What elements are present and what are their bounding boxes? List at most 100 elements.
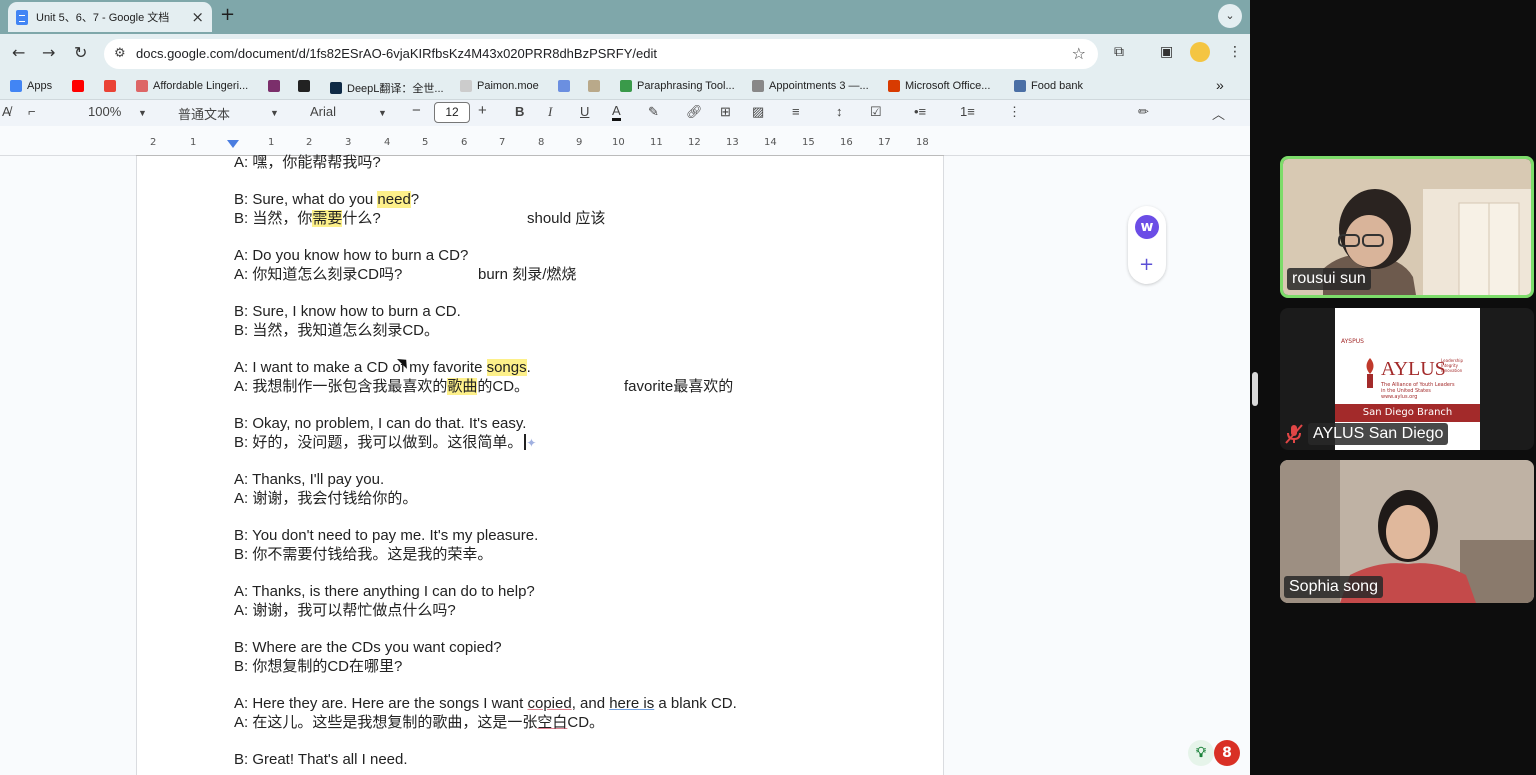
aylus-small-label: AYSPUS (1341, 338, 1364, 345)
aylus-branch-banner: San Diego Branch (1335, 404, 1480, 422)
bookmark-youtube[interactable] (72, 80, 89, 92)
doc-line: B: 当然，我知道怎么刻录CD。 (234, 322, 440, 339)
reload-icon[interactable]: ↻ (74, 43, 87, 62)
address-bar[interactable]: ⚙ docs.google.com/document/d/1fs82ESrAO-… (104, 39, 1098, 69)
insert-link-icon[interactable]: 🔗︎ (686, 104, 703, 120)
ruler-label: 6 (461, 137, 468, 148)
spellcheck-icon[interactable]: A̸ (2, 104, 11, 119)
indent-marker[interactable] (227, 140, 239, 148)
chrome-menu-icon[interactable]: ⋮ (1228, 44, 1242, 60)
editing-mode-icon[interactable]: ✏ (1138, 104, 1149, 120)
document-canvas: A: 嘿，你能帮帮我吗? B: Sure, what do you need? … (0, 154, 1250, 775)
paint-format-icon[interactable]: ⌐ (28, 104, 36, 119)
doc-line: B: Great! That's all I need. (234, 751, 408, 768)
bulleted-list-icon[interactable]: •≡ (914, 104, 926, 119)
close-tab-button[interactable]: × (191, 8, 204, 26)
spelling-underlined-word[interactable]: copied (527, 695, 571, 712)
participant-name: Sophia song (1284, 576, 1383, 598)
aylus-subtitle: The Alliance of Youth Leaders in the Unit… (1381, 382, 1455, 400)
bookmark-deepl[interactable]: DeepL翻译：全世... (330, 80, 444, 96)
add-comment-icon[interactable]: ⊞ (720, 104, 731, 120)
bookmark-affordable[interactable]: Affordable Lingeri... (136, 80, 248, 92)
ruler-label: 3 (345, 137, 352, 148)
dialogue-block: B: Okay, no problem, I can do that. It's… (234, 414, 934, 470)
grammar-underlined-word[interactable]: here is (609, 695, 654, 712)
browser-toolbar: ← → ↻ ⚙ docs.google.com/document/d/1fs82… (0, 34, 1250, 74)
bookmark-apps[interactable]: Apps (10, 80, 52, 92)
vocab-note: should 应该 (527, 210, 606, 227)
docs-toolbar: A̸ ⌐ 100% ▼ 普通文本 ▼ Arial ▼ − 12 + B I U … (0, 100, 1250, 126)
video-tile-rousui[interactable]: rousui sun (1280, 156, 1534, 298)
wordtune-icon[interactable]: w (1135, 215, 1159, 239)
font-chevron-icon: ▼ (378, 108, 387, 118)
amazon-icon (298, 80, 310, 92)
style-select[interactable]: 普通文本 (178, 104, 230, 123)
forward-icon[interactable]: → (42, 43, 55, 62)
font-size-input[interactable]: 12 (434, 102, 470, 123)
more-bookmarks-icon[interactable]: » (1216, 77, 1224, 93)
google-docs-icon (16, 9, 28, 25)
ruler-label: 13 (726, 137, 739, 148)
zoom-select[interactable]: 100% (88, 104, 121, 119)
add-icon[interactable]: + (1139, 254, 1154, 275)
video-tile-sophia[interactable]: Sophia song (1280, 460, 1534, 603)
side-panel-icon[interactable]: ▣ (1160, 44, 1173, 60)
bookmark-favicon-icon (136, 80, 148, 92)
site-info-icon[interactable]: ⚙ (114, 46, 126, 61)
dialogue-block: A: I want to make a CD of my favorite so… (234, 358, 934, 414)
text-color-button[interactable]: A (612, 104, 621, 121)
extensions-icon[interactable]: ⧉ (1114, 44, 1124, 60)
ruler-label: 15 (802, 137, 815, 148)
notification-badge[interactable]: 8 (1214, 740, 1240, 766)
doc-line: A: 谢谢，我可以帮忙做点什么吗? (234, 602, 456, 619)
explore-bulb-icon[interactable]: 💡︎ (1188, 740, 1214, 766)
bookmark-amazon[interactable] (298, 80, 315, 92)
align-icon[interactable]: ≡ (792, 104, 800, 119)
bold-button[interactable]: B (515, 104, 524, 119)
italic-button[interactable]: I (548, 104, 552, 120)
doc-line: A: 嘿，你能帮帮我吗? (234, 154, 381, 171)
new-tab-button[interactable]: + (220, 4, 235, 25)
bookmark-gmail[interactable] (104, 80, 121, 92)
video-tile-aylus[interactable]: AYSPUS AYLUS Leadership Integrity Innovati… (1280, 308, 1534, 450)
bookmark-paimon[interactable]: Paimon.moe (460, 80, 539, 92)
doc-line: A: I want to make a CD of my favorite so… (234, 359, 531, 376)
numbered-list-icon[interactable]: 1≡ (960, 104, 975, 119)
doc-line: B: 你不需要付钱给我。这是我的荣幸。 (234, 546, 493, 563)
bookmark-cr[interactable] (268, 80, 285, 92)
apps-grid-icon (10, 80, 22, 92)
profile-avatar[interactable] (1190, 42, 1210, 62)
decrease-font-size-button[interactable]: − (412, 102, 421, 119)
highlight-pen-icon[interactable]: ✎ (648, 104, 659, 120)
gemini-spark-icon[interactable]: ✦ (526, 436, 536, 450)
bookmark-extra-2[interactable] (588, 80, 605, 92)
increase-font-size-button[interactable]: + (478, 102, 487, 119)
scrollbar-thumb[interactable] (1252, 372, 1258, 406)
doc-line: A: 在这儿。这些是我想复制的歌曲，这是一张空白CD。 (234, 714, 605, 731)
dialogue-block: B: Sure, what do you need? B: 当然，你需要什么? s… (234, 190, 934, 246)
bookmark-appointments[interactable]: Appointments 3 —... (752, 80, 869, 92)
ruler-label: 12 (688, 137, 701, 148)
underline-button[interactable]: U (580, 104, 589, 119)
spelling-underlined-word[interactable]: 空白 (537, 714, 567, 731)
bookmark-paraphrasing[interactable]: Paraphrasing Tool... (620, 80, 735, 92)
document-page[interactable]: A: 嘿，你能帮帮我吗? B: Sure, what do you need? … (136, 154, 944, 775)
ruler-label: 4 (384, 137, 391, 148)
checklist-icon[interactable]: ☑ (870, 104, 882, 120)
bookmark-favicon-icon (1014, 80, 1026, 92)
tab-search-icon[interactable]: ⌄ (1218, 4, 1242, 28)
bookmark-office[interactable]: Microsoft Office... (888, 80, 990, 92)
font-select[interactable]: Arial (310, 104, 336, 119)
aylus-torch-icon (1366, 358, 1374, 388)
bookmark-star-icon[interactable]: ☆ (1072, 44, 1086, 63)
collapse-menu-icon[interactable]: ︿ (1212, 104, 1225, 123)
tab-google-doc[interactable]: Unit 5、6、7 - Google 文档 × (8, 2, 212, 32)
insert-image-icon[interactable]: ▨ (752, 104, 764, 120)
back-icon[interactable]: ← (12, 43, 25, 62)
ruler-label: 10 (612, 137, 625, 148)
more-options-icon[interactable]: ⋮ (1008, 104, 1021, 120)
line-spacing-icon[interactable]: ↕ (836, 104, 843, 119)
bookmark-extra-1[interactable] (558, 80, 575, 92)
bookmark-foodbank[interactable]: Food bank (1014, 80, 1083, 92)
ruler-label: 16 (840, 137, 853, 148)
